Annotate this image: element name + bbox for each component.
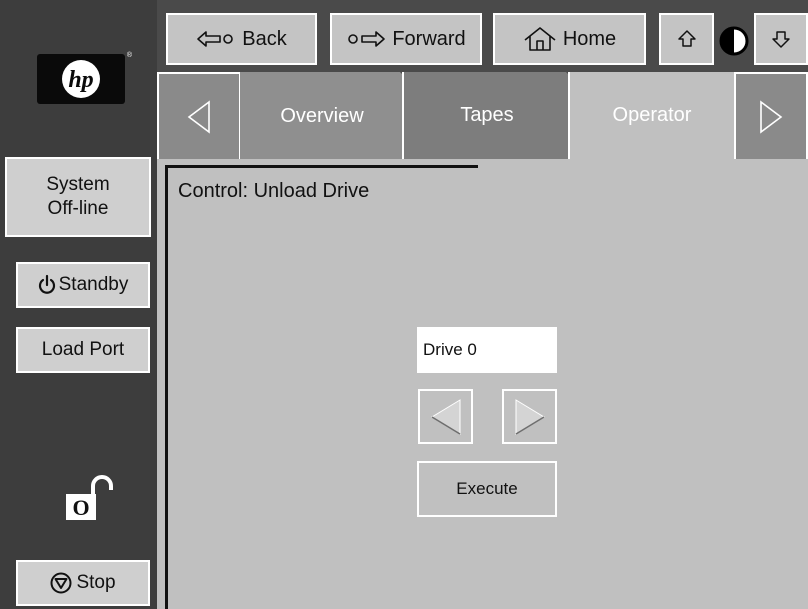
- stop-label: Stop: [76, 572, 116, 593]
- forward-label: Forward: [392, 27, 466, 50]
- lock-glyph: O: [72, 495, 89, 520]
- execute-button[interactable]: Execute: [417, 461, 557, 517]
- forward-arrow-icon: [348, 31, 386, 47]
- stop-button[interactable]: Stop: [16, 560, 150, 606]
- operator-panel: [157, 159, 808, 609]
- back-label: Back: [242, 27, 287, 50]
- home-label: Home: [562, 27, 617, 50]
- tab-tapes-label: Tapes: [460, 104, 514, 126]
- tab-overview-label: Overview: [280, 105, 364, 127]
- system-offline-line1: System: [46, 174, 110, 195]
- panel-left-rule: [165, 165, 168, 609]
- triangle-right-icon: [515, 398, 545, 435]
- previous-drive-button[interactable]: [418, 389, 473, 444]
- contrast-icon: [718, 25, 750, 57]
- tab-operator[interactable]: Operator: [570, 72, 734, 159]
- panel-header-rule: [165, 165, 478, 168]
- triangle-left-icon: [430, 398, 460, 435]
- registered-mark: ®: [126, 52, 132, 59]
- tab-operator-label: Operator: [612, 104, 692, 126]
- tab-tapes[interactable]: Tapes: [404, 72, 570, 159]
- home-icon: [524, 27, 556, 51]
- hp-logo: hp ®: [37, 52, 132, 104]
- drive-selector-field[interactable]: Drive 0: [417, 327, 557, 373]
- system-offline-line2: Off-line: [47, 198, 109, 219]
- home-button[interactable]: Home: [493, 13, 646, 65]
- stop-icon: [50, 572, 72, 594]
- hp-logo-mark: hp: [62, 60, 100, 98]
- tab-scroll-left[interactable]: [157, 72, 241, 159]
- brightness-down-button[interactable]: [754, 13, 808, 65]
- unlocked-icon: O: [64, 474, 120, 524]
- tab-overview[interactable]: Overview: [240, 72, 404, 159]
- hp-logo-text: hp: [68, 67, 93, 93]
- arrow-down-icon: [772, 31, 790, 48]
- tab-scroll-right[interactable]: [734, 72, 808, 159]
- standby-button[interactable]: Standby: [16, 262, 150, 308]
- forward-button[interactable]: Forward: [330, 13, 482, 65]
- load-port-button[interactable]: Load Port: [16, 327, 150, 373]
- tab-divider: [402, 72, 404, 159]
- chevron-right-icon: [760, 99, 783, 134]
- brightness-up-button[interactable]: [659, 13, 714, 65]
- arrow-up-icon: [677, 30, 696, 47]
- power-icon: [38, 274, 55, 294]
- load-port-label: Load Port: [41, 339, 125, 360]
- standby-label: Standby: [58, 274, 129, 295]
- system-offline-button[interactable]: System Off-line: [5, 157, 151, 237]
- back-arrow-icon: [197, 31, 234, 47]
- back-button[interactable]: Back: [166, 13, 317, 65]
- page-title: Control: Unload Drive: [178, 180, 370, 202]
- next-drive-button[interactable]: [502, 389, 557, 444]
- chevron-left-icon: [187, 99, 210, 134]
